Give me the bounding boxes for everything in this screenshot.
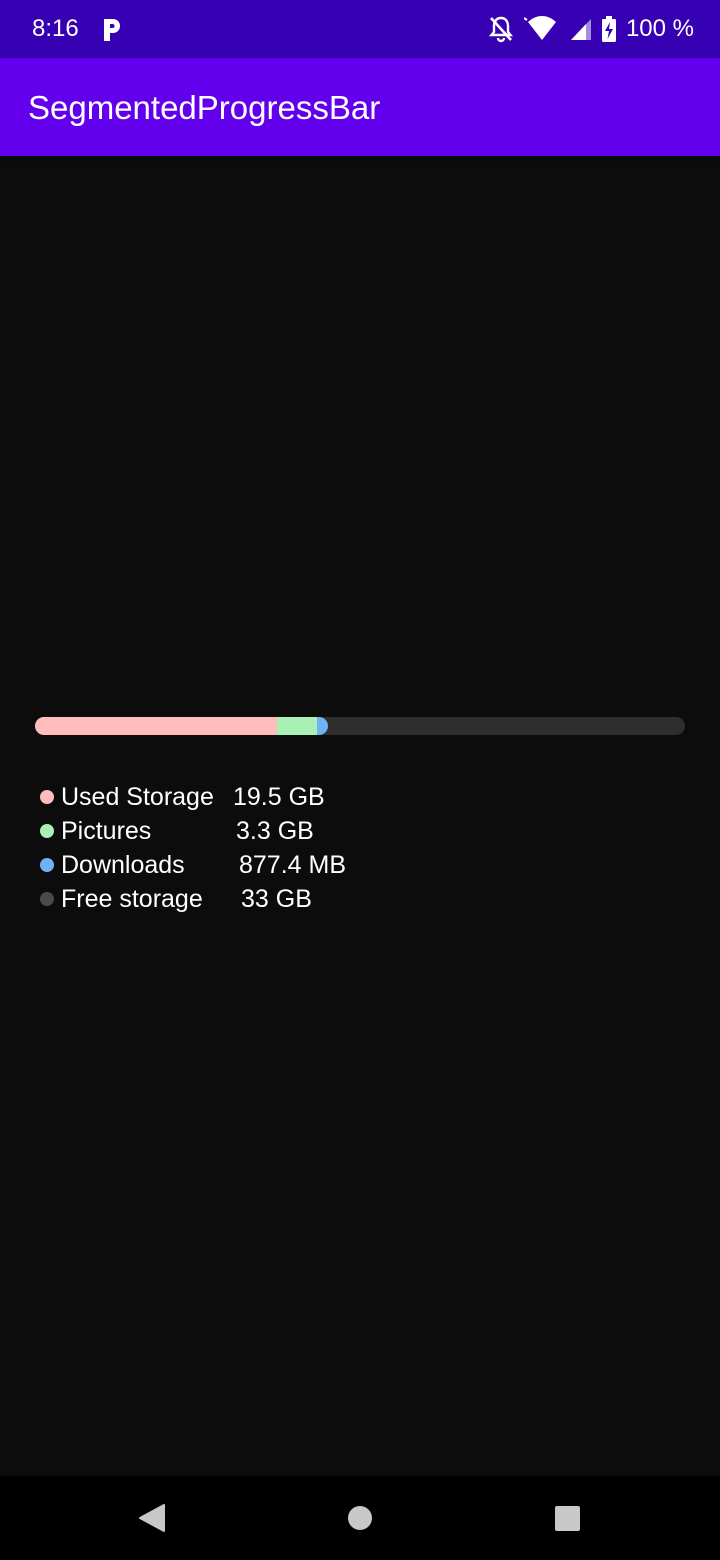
notifications-off-icon — [488, 15, 514, 43]
parking-icon — [100, 17, 124, 43]
legend-value: 19.5 GB — [233, 783, 325, 811]
status-time: 8:16 — [32, 15, 79, 42]
status-bar: 8:16 100 % — [0, 0, 720, 58]
downloads-dot-icon — [40, 858, 54, 872]
signal-icon — [570, 17, 592, 41]
home-icon[interactable] — [344, 1502, 376, 1534]
pictures-dot-icon — [40, 824, 54, 838]
legend-label: Used Storage — [61, 783, 214, 811]
status-icons: 100 % — [488, 14, 694, 44]
legend-item-downloads: Downloads 877.4 MB — [40, 848, 440, 882]
segmented-progress-bar — [35, 717, 685, 735]
app-title: SegmentedProgressBar — [28, 89, 381, 126]
recents-icon[interactable] — [551, 1502, 583, 1534]
progress-segment-pictures — [276, 717, 318, 735]
legend-label: Free storage — [61, 885, 203, 913]
free-storage-dot-icon — [40, 892, 54, 906]
progress-segment-downloads — [317, 717, 329, 735]
battery-charging-icon — [601, 16, 616, 42]
battery-percentage: 100 % — [625, 15, 694, 42]
back-icon[interactable] — [135, 1502, 167, 1534]
app-bar: SegmentedProgressBar — [0, 58, 720, 156]
navigation-bar — [0, 1476, 720, 1560]
legend-label: Pictures — [61, 817, 152, 845]
legend-value: 33 GB — [241, 885, 312, 913]
legend-label: Downloads — [61, 851, 185, 879]
used-storage-dot-icon — [40, 790, 54, 804]
progress-segment-used-storage — [35, 717, 277, 735]
legend-item-pictures: Pictures 3.3 GB — [40, 814, 440, 848]
legend-value: 877.4 MB — [239, 851, 347, 879]
legend-value: 3.3 GB — [236, 817, 314, 845]
wifi-icon — [523, 15, 560, 43]
legend: Used Storage 19.5 GB Pictures 3.3 GB Dow… — [40, 780, 440, 916]
legend-item-used-storage: Used Storage 19.5 GB — [40, 780, 440, 814]
legend-item-free-storage: Free storage 33 GB — [40, 882, 440, 916]
